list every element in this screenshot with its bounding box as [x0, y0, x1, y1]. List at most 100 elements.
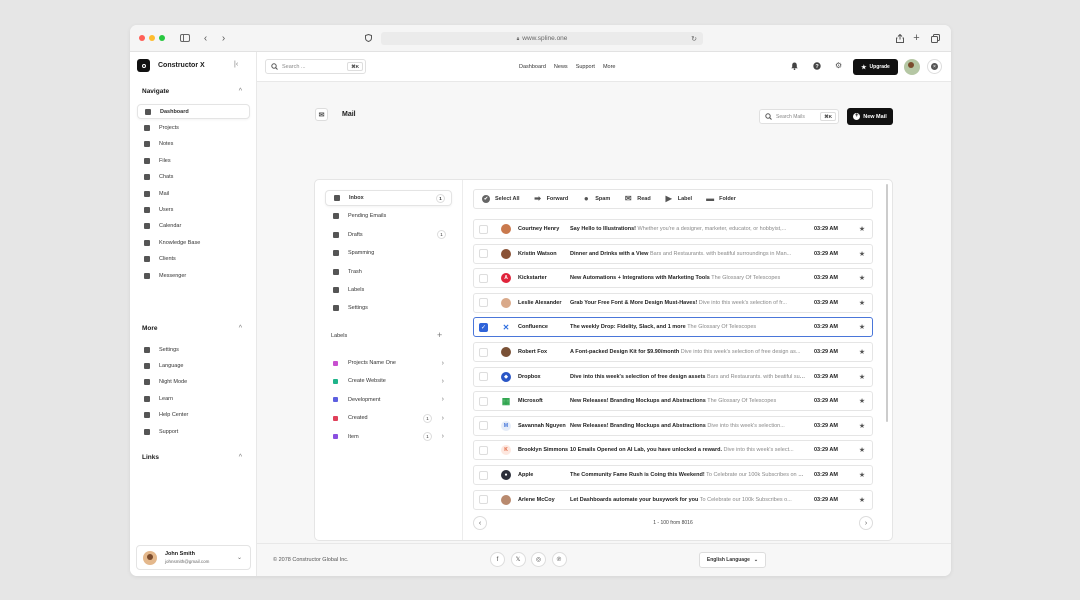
row-checkbox[interactable] — [479, 470, 488, 480]
mail-row[interactable]: Leslie Alexander Grab Your Free Font & Mo… — [473, 292, 873, 313]
mail-row[interactable]: Courtney Henry Say Hello to Illustrations… — [473, 219, 873, 239]
forward-icon[interactable]: › — [218, 32, 229, 44]
folder-settings[interactable]: Settings — [325, 300, 452, 316]
sidebar-item-notes[interactable]: Notes — [137, 137, 250, 152]
star-icon[interactable]: ★ — [854, 397, 870, 405]
toolbar-folder-button[interactable]: ▬ Folder — [706, 195, 736, 203]
toolbar-select-all-button[interactable]: ✔ Select All — [482, 195, 520, 203]
star-icon[interactable]: ★ — [854, 471, 870, 479]
mail-row[interactable]: A Kickstarter New Automations + Integratio… — [473, 268, 873, 289]
star-icon[interactable]: ★ — [854, 422, 870, 430]
back-icon[interactable]: ‹ — [200, 32, 211, 44]
mail-row[interactable]: Kristin Watson Dinner and Drinks with a V… — [473, 243, 873, 264]
user-menu-chevron-icon[interactable]: ⌄ — [237, 554, 242, 561]
top-nav-news[interactable]: News — [554, 64, 568, 70]
sidebar-item-users[interactable]: Users — [137, 202, 250, 217]
sidebar-item-mail[interactable]: Mail — [137, 186, 250, 201]
row-checkbox[interactable] — [479, 347, 488, 357]
brand[interactable]: Constructor X — [137, 59, 205, 72]
row-checkbox[interactable] — [479, 396, 488, 406]
links-collapse-chevron-icon[interactable]: ^ — [239, 454, 242, 461]
row-checkbox[interactable] — [479, 249, 488, 259]
language-select[interactable]: English Language ⌄ — [699, 552, 766, 568]
row-checkbox[interactable] — [479, 421, 488, 431]
star-icon[interactable]: ★ — [854, 348, 870, 356]
sidebar-toggle-icon[interactable] — [179, 32, 190, 44]
instagram-icon[interactable]: ◎ — [531, 552, 546, 567]
row-checkbox[interactable] — [479, 273, 488, 283]
navigate-collapse-chevron-icon[interactable]: ^ — [239, 88, 242, 95]
row-checkbox[interactable]: ✓ — [479, 322, 488, 332]
tabs-overview-icon[interactable] — [930, 32, 941, 44]
top-nav-support[interactable]: Support — [576, 64, 595, 70]
mail-search-input[interactable]: Search Mails ⌘K — [759, 109, 839, 124]
star-icon[interactable]: ★ — [854, 250, 870, 258]
share-icon[interactable] — [894, 32, 905, 44]
help-icon[interactable]: ? — [813, 62, 821, 72]
prev-page-button[interactable]: ‹ — [473, 516, 487, 530]
mail-row[interactable]: Arlene McCoy Let Dashboards automate your… — [473, 489, 873, 510]
mail-row[interactable]: ▦ Microsoft New Releases! Branding Mockups… — [473, 391, 873, 412]
sidebar-item-night-mode[interactable]: Night Mode — [137, 375, 250, 390]
folder-trash[interactable]: Trash — [325, 264, 452, 280]
scrollbar[interactable] — [886, 184, 888, 422]
add-label-icon[interactable]: + — [437, 330, 442, 340]
search-input[interactable]: Search ... ⌘K — [265, 59, 366, 74]
sidebar-item-chats[interactable]: Chats — [137, 170, 250, 185]
folder-spamming[interactable]: Spamming — [325, 245, 452, 261]
row-checkbox[interactable] — [479, 372, 488, 382]
sidebar-item-dashboard[interactable]: Dashboard — [137, 104, 250, 119]
gear-icon[interactable]: ⚙ — [835, 62, 842, 70]
bell-icon[interactable] — [791, 62, 798, 72]
star-icon[interactable]: ★ — [854, 446, 870, 454]
label-development[interactable]: Development › — [325, 392, 452, 408]
star-icon[interactable]: ★ — [854, 323, 870, 331]
mail-row[interactable]: ● Apple The Community Fame Rush is Coing t… — [473, 465, 873, 485]
label-item[interactable]: Item 1 › — [325, 429, 452, 445]
sidebar-item-files[interactable]: Files — [137, 153, 250, 168]
sidebar-item-knowledge-base[interactable]: Knowledge Base — [137, 235, 250, 250]
address-bar[interactable]: 🔒︎ www.spline.one ↻ — [381, 32, 703, 45]
reload-icon[interactable]: ↻ — [691, 35, 697, 43]
label-create-website[interactable]: Create Website › — [325, 373, 452, 389]
mail-row[interactable]: ✓ ✕ Confluence The weekly Drop: Fidelity, S… — [473, 317, 873, 338]
close-window-button[interactable] — [139, 35, 145, 41]
user-card[interactable]: John Smith johnsmith@gmail.com ⌄ — [136, 545, 251, 570]
mail-row[interactable]: Robert Fox A Font-packed Design Kit for $… — [473, 342, 873, 362]
more-collapse-chevron-icon[interactable]: ^ — [239, 325, 242, 332]
mail-row[interactable]: ◆ Dropbox Dive into this week's selection … — [473, 366, 873, 387]
folder-inbox[interactable]: Inbox 1 — [325, 190, 452, 206]
sidebar-item-clients[interactable]: Clients — [137, 252, 250, 267]
sidebar-item-projects[interactable]: Projects — [137, 120, 250, 135]
sidebar-item-language[interactable]: Language — [137, 358, 250, 373]
sidebar-item-learn[interactable]: Learn — [137, 391, 250, 406]
close-panel-button[interactable]: × — [927, 59, 942, 74]
pinterest-icon[interactable]: ℗ — [551, 552, 567, 567]
toolbar-forward-button[interactable]: ➡ Forward — [534, 195, 568, 203]
label-projects-name-one[interactable]: Projects Name One › — [325, 355, 452, 371]
folder-drafts[interactable]: Drafts 1 — [325, 227, 452, 243]
top-nav-dashboard[interactable]: Dashboard — [519, 64, 546, 70]
top-nav-more[interactable]: More — [603, 64, 616, 70]
folder-labels[interactable]: Labels — [325, 282, 452, 298]
star-icon[interactable]: ★ — [854, 299, 870, 307]
new-mail-button[interactable]: + New Mail — [847, 108, 893, 125]
next-page-button[interactable]: › — [859, 516, 873, 530]
star-icon[interactable]: ★ — [854, 496, 870, 504]
star-icon[interactable]: ★ — [854, 274, 870, 282]
facebook-icon[interactable]: f — [490, 552, 505, 567]
toolbar-spam-button[interactable]: ● Spam — [582, 195, 610, 203]
row-checkbox[interactable] — [479, 298, 488, 308]
folder-pending-emails[interactable]: Pending Emails — [325, 208, 452, 224]
mail-row[interactable]: M Savannah Nguyen New Releases! Branding M… — [473, 415, 873, 436]
sidebar-item-calendar[interactable]: Calendar — [137, 219, 250, 234]
upgrade-button[interactable]: ★ Upgrade — [853, 59, 898, 75]
mail-row[interactable]: K Brooklyn Simmons 10 Emails Opened on AI … — [473, 440, 873, 461]
toolbar-label-button[interactable]: ▶ Label — [665, 195, 692, 203]
row-checkbox[interactable] — [479, 495, 488, 505]
shield-icon[interactable] — [363, 32, 374, 44]
collapse-sidebar-icon[interactable]: |‹ — [234, 61, 238, 68]
sidebar-item-settings[interactable]: Settings — [137, 342, 250, 357]
sidebar-item-messenger[interactable]: Messenger — [137, 268, 250, 283]
row-checkbox[interactable] — [479, 224, 488, 234]
